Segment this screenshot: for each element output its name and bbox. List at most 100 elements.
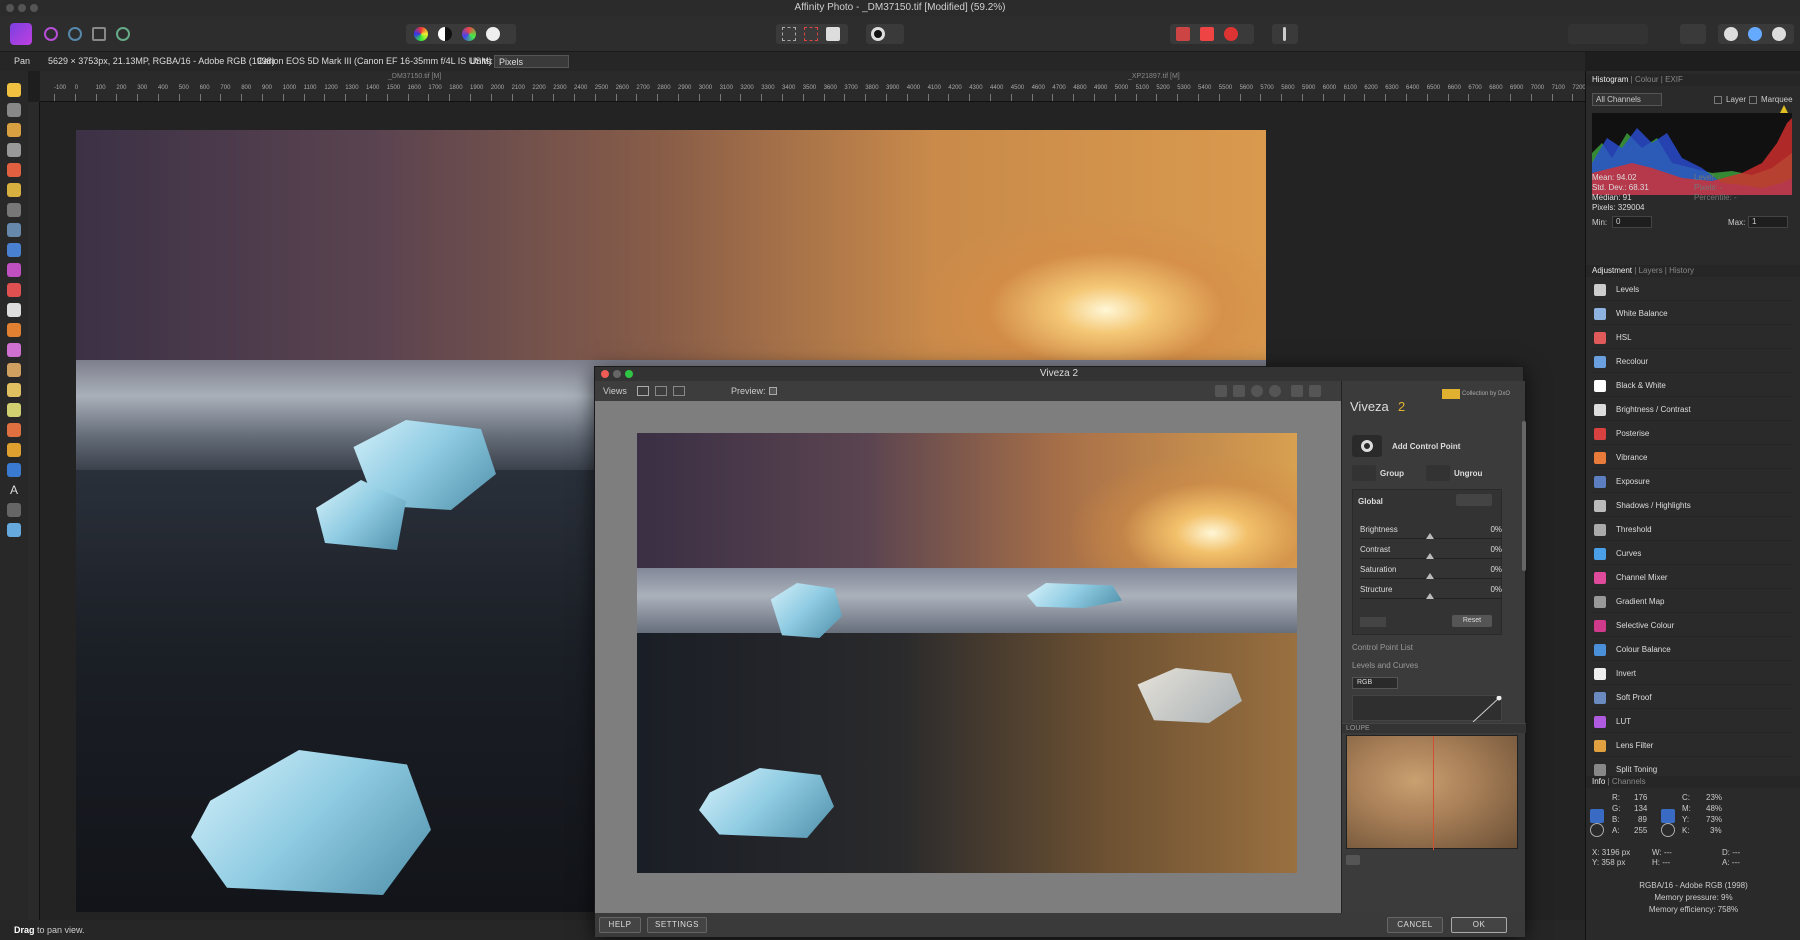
minimize-window-button[interactable] (18, 4, 26, 12)
tab-exif[interactable]: EXIF (1665, 75, 1683, 84)
hand-tool-icon[interactable] (7, 83, 21, 97)
units-dropdown[interactable]: Pixels (494, 55, 569, 68)
adjustment-item[interactable]: White Balance (1592, 303, 1792, 325)
auto-levels-icon[interactable] (414, 27, 428, 41)
doc-tab-1[interactable]: _DM37150.tif [M] (388, 73, 441, 80)
erase-brush-icon[interactable] (7, 303, 21, 317)
curves-graph[interactable] (1352, 695, 1502, 723)
add-control-point-button[interactable] (1352, 435, 1382, 457)
control-point-list-label[interactable]: Control Point List (1352, 643, 1413, 652)
doc-tab-2[interactable]: _XP21897.tif [M] (1128, 73, 1180, 80)
side-by-side-view-icon[interactable] (673, 386, 685, 396)
tab-histogram[interactable]: Histogram (1592, 75, 1628, 84)
quick-mask-button[interactable] (866, 24, 904, 44)
adjustment-item[interactable]: HSL (1592, 327, 1792, 349)
assistant-icon[interactable] (1724, 27, 1738, 41)
adjustment-item[interactable]: Black & White (1592, 375, 1792, 397)
flood-select-icon[interactable] (7, 183, 21, 197)
paint-brush-icon[interactable] (7, 263, 21, 277)
group-button[interactable]: Group (1380, 469, 1404, 478)
snapping-grid-icon[interactable] (1176, 27, 1190, 41)
adjustment-item[interactable]: Recolour (1592, 351, 1792, 373)
adjustment-item[interactable]: LUT (1592, 711, 1792, 733)
expand-icon[interactable] (1360, 617, 1386, 627)
tab-channels[interactable]: Channels (1612, 777, 1646, 786)
marquee-checkbox[interactable] (1749, 96, 1757, 104)
adjustment-item[interactable]: Threshold (1592, 519, 1792, 541)
slider-structure[interactable]: Structure 0% (1356, 585, 1506, 605)
adjustment-item[interactable]: Exposure (1592, 471, 1792, 493)
undo-icon[interactable] (1291, 385, 1303, 397)
mesh-warp-icon[interactable] (7, 503, 21, 517)
marquee-tool-icon[interactable] (7, 203, 21, 217)
zoom-window-button[interactable] (30, 4, 38, 12)
adjustment-item[interactable]: Vibrance (1592, 447, 1792, 469)
zoom-tool-icon[interactable] (7, 523, 21, 537)
adjustment-item[interactable]: Posterise (1592, 423, 1792, 445)
liquify-persona-icon[interactable] (68, 27, 82, 41)
channel-dropdown[interactable]: All Channels (1592, 93, 1662, 106)
loupe-label[interactable]: LOUPE (1346, 725, 1370, 732)
help-button[interactable]: HELP (599, 917, 641, 933)
dodge-brush-icon[interactable] (7, 323, 21, 337)
sidebar-scrollbar[interactable] (1522, 421, 1526, 571)
redo-icon[interactable] (1309, 385, 1321, 397)
colour-replacement-icon[interactable] (7, 283, 21, 297)
adjustment-item[interactable]: Gradient Map (1592, 591, 1792, 613)
colour-picker-icon[interactable] (7, 123, 21, 137)
adjustment-item[interactable]: Invert (1592, 663, 1792, 685)
settings-button[interactable]: SETTINGS (647, 917, 707, 933)
group-icon[interactable] (1352, 465, 1376, 481)
auto-colour-icon[interactable] (462, 27, 476, 41)
selection-brush-icon[interactable] (7, 163, 21, 177)
crosshair-icon[interactable] (1590, 823, 1604, 837)
slider-contrast[interactable]: Contrast 0% (1356, 545, 1506, 565)
studio-icon[interactable] (1772, 27, 1786, 41)
info-button[interactable] (1272, 24, 1298, 44)
text-tool-icon[interactable]: A (7, 483, 21, 497)
auto-white-balance-icon[interactable] (486, 27, 500, 41)
red-eye-icon[interactable] (7, 423, 21, 437)
affinity-photo-logo-icon[interactable] (10, 23, 32, 45)
zoom-in-icon[interactable] (1251, 385, 1263, 397)
tab-colour[interactable]: Colour (1635, 75, 1659, 84)
inpainting-brush-icon[interactable] (7, 403, 21, 417)
viveza-zoom-button[interactable] (625, 370, 633, 378)
pointer-tool-icon[interactable] (1215, 385, 1227, 397)
viveza-preview-area[interactable] (595, 401, 1341, 913)
pointer-icon[interactable] (1661, 809, 1675, 823)
global-options-icon[interactable] (1456, 494, 1492, 506)
adjustment-item[interactable]: Selective Colour (1592, 615, 1792, 637)
pointer-icon[interactable] (1590, 809, 1604, 823)
viveza-preview-image[interactable] (637, 433, 1297, 873)
tab-info[interactable]: Info (1592, 777, 1605, 786)
layer-checkbox[interactable] (1714, 96, 1722, 104)
select-all-icon[interactable] (782, 27, 796, 41)
adjustment-item[interactable]: Colour Balance (1592, 639, 1792, 661)
clone-brush-icon[interactable] (7, 343, 21, 357)
ok-button[interactable]: OK (1451, 917, 1507, 933)
hand-tool-icon[interactable] (1233, 385, 1245, 397)
adjustment-item[interactable]: Lens Filter (1592, 735, 1792, 757)
rectangle-tool-icon[interactable] (7, 463, 21, 477)
align-button[interactable] (1680, 24, 1706, 44)
snapping-options-icon[interactable] (1200, 27, 1214, 41)
pen-tool-icon[interactable] (7, 443, 21, 457)
deselect-icon[interactable] (804, 27, 818, 41)
ungroup-button[interactable]: Ungrou (1454, 469, 1482, 478)
flood-fill-icon[interactable] (7, 223, 21, 237)
adjustment-item[interactable]: Brightness / Contrast (1592, 399, 1792, 421)
add-control-point-label[interactable]: Add Control Point (1392, 442, 1460, 451)
slider-saturation[interactable]: Saturation 0% (1356, 565, 1506, 585)
levels-curves-label[interactable]: Levels and Curves (1352, 661, 1418, 670)
adjustment-item[interactable]: Channel Mixer (1592, 567, 1792, 589)
cancel-button[interactable]: CANCEL (1387, 917, 1443, 933)
zoom-out-icon[interactable] (1269, 385, 1281, 397)
invert-selection-icon[interactable] (826, 27, 840, 41)
reset-button[interactable]: Reset (1452, 615, 1492, 627)
crosshair-icon[interactable] (1661, 823, 1675, 837)
max-input[interactable]: 1 (1748, 216, 1788, 228)
adjustment-item[interactable]: Curves (1592, 543, 1792, 565)
viveza-close-button[interactable] (601, 370, 609, 378)
rgb-dropdown[interactable]: RGB (1352, 677, 1398, 689)
